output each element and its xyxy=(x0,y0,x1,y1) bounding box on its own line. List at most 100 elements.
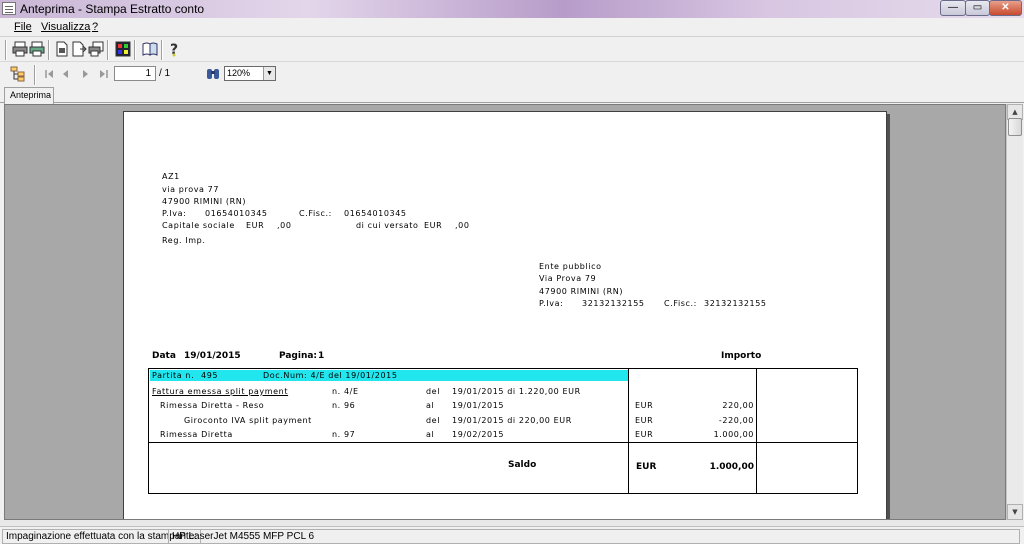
colors-icon[interactable] xyxy=(115,41,131,57)
company-name: AZ1 xyxy=(162,172,180,181)
recipient-cf: 32132132155 xyxy=(704,299,767,308)
row-prep: al xyxy=(426,401,435,410)
reg-imp: Reg. Imp. xyxy=(162,236,206,245)
row-currency: EUR xyxy=(635,416,654,425)
company-cf: 01654010345 xyxy=(344,209,407,218)
toolbar-separator xyxy=(48,40,50,60)
status-printer: HP LaserJet M4555 MFP PCL 6 xyxy=(168,529,1020,544)
maximize-button[interactable]: ▭ xyxy=(965,0,990,16)
toolbar-separator xyxy=(5,40,7,60)
company-cf-label: C.Fisc.: xyxy=(299,209,332,218)
row-num: n. 97 xyxy=(332,430,356,439)
company-piva-label: P.Iva: xyxy=(162,209,187,218)
tab-preview[interactable]: Anteprima xyxy=(4,87,54,104)
total-amount: 1.000,00 xyxy=(709,462,754,472)
menu-bar: File Visualizza ? xyxy=(0,18,1024,36)
recipient-piva: 32132132155 xyxy=(582,299,645,308)
title-bar: Anteprima - Stampa Estratto conto — ▭ ✕ xyxy=(0,0,1024,18)
toolbar-separator xyxy=(34,65,36,85)
page-number-input[interactable]: 1 xyxy=(114,66,156,81)
scroll-down-icon[interactable]: ▼ xyxy=(1007,504,1023,520)
next-page-icon[interactable] xyxy=(77,66,93,82)
row-prep: al xyxy=(426,430,435,439)
binoculars-icon[interactable] xyxy=(205,66,221,82)
row-desc: Fattura emessa split payment xyxy=(152,387,289,396)
print-preview-icon[interactable] xyxy=(88,41,104,57)
capital-label: Capitale sociale xyxy=(162,221,235,230)
close-button[interactable]: ✕ xyxy=(989,0,1022,16)
preview-area[interactable]: AZ1 via prova 77 47900 RIMINI (RN) P.Iva… xyxy=(4,104,1006,520)
toolbar-separator xyxy=(161,40,163,60)
toolbar-separator xyxy=(107,40,109,60)
help-icon[interactable]: ? xyxy=(166,41,182,57)
date-label: Data xyxy=(152,351,176,361)
partita-doc: Doc.Num: 4/E del 19/01/2015 xyxy=(263,371,398,380)
chevron-down-icon[interactable]: ▼ xyxy=(263,67,275,80)
row-amount: 220,00 xyxy=(722,401,754,410)
page-total: / 1 xyxy=(159,68,171,79)
row-amount: 1.000,00 xyxy=(713,430,754,439)
toolbar-separator xyxy=(134,40,136,60)
paid-label: di cui versato xyxy=(356,221,419,230)
amount-header: Importo xyxy=(721,351,762,361)
partita-number: 495 xyxy=(201,371,219,380)
recipient-city: 47900 RIMINI (RN) xyxy=(539,287,624,296)
book-icon[interactable] xyxy=(142,41,158,57)
capital-currency: EUR xyxy=(246,221,265,230)
page-label: Pagina: xyxy=(279,351,318,361)
menu-help[interactable]: ? xyxy=(92,21,98,33)
recipient-name: Ente pubblico xyxy=(539,262,602,271)
minimize-button[interactable]: — xyxy=(940,0,966,16)
paid-currency: EUR xyxy=(424,221,443,230)
row-num: n. 96 xyxy=(332,401,356,410)
row-prep: del xyxy=(426,387,441,396)
row-date: 19/01/2015 xyxy=(452,401,505,410)
capital-value: ,00 xyxy=(277,221,292,230)
recipient-address: Via Prova 79 xyxy=(539,274,597,283)
window-title: Anteprima - Stampa Estratto conto xyxy=(20,2,205,16)
row-prep: del xyxy=(426,416,441,425)
first-page-icon[interactable] xyxy=(42,66,58,82)
print-icon[interactable] xyxy=(12,41,28,57)
row-desc: Rimessa Diretta xyxy=(160,430,233,439)
date-value: 19/01/2015 xyxy=(184,351,241,361)
scroll-thumb[interactable] xyxy=(1008,118,1022,136)
row-date: 19/02/2015 xyxy=(452,430,505,439)
recipient-piva-label: P.Iva: xyxy=(539,299,564,308)
vertical-scrollbar[interactable]: ▲ ▼ xyxy=(1006,104,1023,520)
row-date: 19/01/2015 di 220,00 EUR xyxy=(452,416,572,425)
export-file-icon[interactable] xyxy=(71,41,87,57)
menu-file[interactable]: File xyxy=(14,21,32,33)
total-divider xyxy=(148,442,858,443)
export-icon[interactable] xyxy=(54,41,70,57)
column-divider xyxy=(756,368,757,494)
zoom-value: 120% xyxy=(227,68,251,78)
total-currency: EUR xyxy=(636,462,657,472)
company-address: via prova 77 xyxy=(162,185,220,194)
recipient-cf-label: C.Fisc.: xyxy=(664,299,697,308)
total-label: Saldo xyxy=(508,460,537,470)
row-desc: Giroconto IVA split payment xyxy=(184,416,312,425)
row-currency: EUR xyxy=(635,401,654,410)
row-num: n. 4/E xyxy=(332,387,359,396)
print-setup-icon[interactable] xyxy=(29,41,45,57)
document-page: AZ1 via prova 77 47900 RIMINI (RN) P.Iva… xyxy=(123,111,887,519)
status-bar: Impaginazione effettuata con la stampant… xyxy=(0,526,1024,544)
paid-value: ,00 xyxy=(455,221,470,230)
column-divider xyxy=(628,368,629,494)
tree-icon[interactable] xyxy=(10,66,26,82)
tab-strip: Anteprima xyxy=(0,86,1024,104)
app-icon xyxy=(2,2,16,15)
page-value: 1 xyxy=(318,351,325,361)
row-desc: Rimessa Diretta - Reso xyxy=(160,401,265,410)
main-toolbar: ? xyxy=(0,36,1024,62)
zoom-select[interactable]: 120% ▼ xyxy=(224,66,276,81)
previous-page-icon[interactable] xyxy=(58,66,74,82)
last-page-icon[interactable] xyxy=(95,66,111,82)
row-amount: -220,00 xyxy=(718,416,754,425)
company-piva: 01654010345 xyxy=(205,209,268,218)
partita-label: Partita n. xyxy=(152,371,195,380)
row-date: 19/01/2015 di 1.220,00 EUR xyxy=(452,387,581,396)
menu-view[interactable]: Visualizza xyxy=(41,21,90,33)
company-city: 47900 RIMINI (RN) xyxy=(162,197,247,206)
